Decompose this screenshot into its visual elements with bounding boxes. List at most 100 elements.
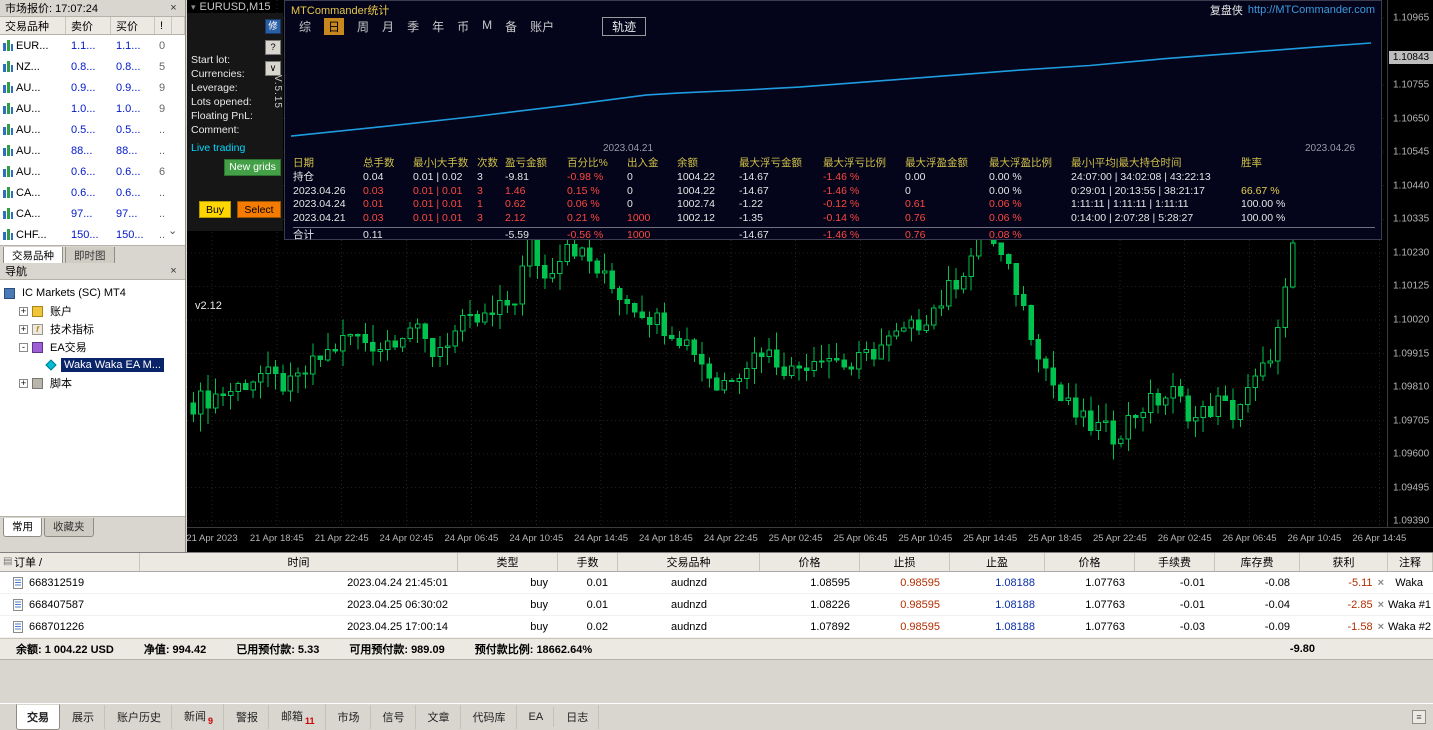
terminal-tab[interactable]: 新闻 9 <box>174 704 225 730</box>
market-watch-row[interactable]: CHF... 150... 150... .. <box>0 224 185 245</box>
expand-icon[interactable]: + <box>19 306 28 316</box>
terminal-tab[interactable]: 展示 <box>62 705 105 729</box>
close-order-icon[interactable]: × <box>1378 599 1384 611</box>
expand-icon[interactable]: + <box>19 324 28 334</box>
price-scale[interactable]: 1.10965 1.10755 1.10650 1.10545 1.10440 1.103… <box>1387 0 1433 527</box>
commander-menu-item[interactable]: 月 <box>382 18 394 35</box>
market-watch-row[interactable]: AU... 1.0... 1.0... 9 <box>0 98 185 119</box>
indicator-icon: f <box>32 323 43 335</box>
order-swap: -0.04 <box>1264 598 1290 611</box>
stats-cell: 胜率 <box>1241 157 1262 169</box>
new-grids-button[interactable]: New grids <box>224 159 281 176</box>
terminal-tab[interactable]: 信号 <box>373 705 416 729</box>
commander-menu-item[interactable]: 账户 <box>530 18 554 35</box>
chart-menu-icon[interactable]: ▾ <box>191 2 196 13</box>
eaitem-icon <box>45 359 57 371</box>
terminal-tab[interactable]: 交易 <box>16 704 60 730</box>
terminal-tab[interactable]: 账户历史 <box>107 705 172 729</box>
terminal-tab[interactable]: 警报 <box>226 705 270 729</box>
expand-icon[interactable]: + <box>19 378 28 388</box>
ask-value: 0.9... <box>116 81 141 94</box>
orders-column-header[interactable]: 手数 <box>558 553 618 571</box>
symbol-cell: AU... <box>0 145 66 157</box>
close-icon[interactable]: × <box>167 265 180 277</box>
tree-item[interactable]: + 账户 <box>0 302 185 320</box>
scroll-down-icon[interactable]: ⌄ <box>168 226 177 237</box>
order-open-price: 1.08595 <box>810 576 850 589</box>
order-time: 2023.04.24 21:45:01 <box>347 576 448 589</box>
time-axis[interactable]: 21 Apr 2023 21 Apr 18:45 21 Apr 22:45 24 Ap… <box>186 527 1433 552</box>
price-tick: 1.09600 <box>1393 448 1430 460</box>
market-watch-row[interactable]: AU... 88... 88... .. <box>0 140 185 161</box>
chart-area[interactable]: ▾ EURUSD,M15 v2.12 1.10965 1.10755 1.10650… <box>186 0 1433 552</box>
commander-menu-item[interactable]: 季 <box>407 18 419 35</box>
orders-column-header[interactable]: 价格 <box>1045 553 1135 571</box>
help-button[interactable]: ? <box>265 40 281 55</box>
orders-column-header[interactable]: 手续费 <box>1135 553 1215 571</box>
stats-cell: 100.00 % <box>1241 198 1286 211</box>
terminal-tab[interactable]: 日志 <box>556 705 600 729</box>
orders-column-header[interactable]: 库存费 <box>1215 553 1300 571</box>
order-row[interactable]: 668701226 2023.04.25 17:00:14 buy 0.02 a… <box>0 616 1433 638</box>
close-order-icon[interactable]: × <box>1378 577 1384 589</box>
commander-menu-item[interactable]: M <box>482 18 492 35</box>
market-watch-column-header[interactable]: ! <box>155 17 172 34</box>
order-id: 668701226 <box>0 620 140 633</box>
navigator-caption: 导航 × <box>0 263 185 279</box>
collapse-button[interactable]: ∨ <box>265 61 281 76</box>
orders-column-header[interactable]: 获利 <box>1300 553 1388 571</box>
orders-column-header[interactable]: 止盈 <box>950 553 1045 571</box>
tree-item[interactable]: + 脚本 <box>0 374 185 392</box>
market-watch-row[interactable]: AU... 0.5... 0.5... .. <box>0 119 185 140</box>
commander-menu-item[interactable]: 年 <box>432 18 444 35</box>
tree-item[interactable]: Waka Waka EA M... <box>0 356 185 374</box>
market-watch-row[interactable]: CA... 97... 97... .. <box>0 203 185 224</box>
market-watch-column-header[interactable]: 交易品种 <box>0 17 66 34</box>
market-watch-row[interactable]: AU... 0.9... 0.9... 9 <box>0 77 185 98</box>
select-button[interactable]: Select <box>237 201 281 218</box>
terminal-tab[interactable]: 文章 <box>418 705 461 729</box>
tab-favorites[interactable]: 收藏夹 <box>44 518 94 537</box>
buy-button[interactable]: Buy <box>199 201 231 218</box>
close-icon[interactable]: × <box>167 2 180 14</box>
orders-column-header[interactable]: 价格 <box>760 553 860 571</box>
symbol-name: AU... <box>16 81 41 94</box>
market-watch-row[interactable]: NZ... 0.8... 0.8... 5 <box>0 56 185 77</box>
order-symbol: audnzd <box>670 620 708 633</box>
order-row[interactable]: 668407587 2023.04.25 06:30:02 buy 0.01 a… <box>0 594 1433 616</box>
orders-column-header[interactable]: 订单 / <box>0 553 140 571</box>
orders-column-header[interactable]: 注释 <box>1388 553 1433 571</box>
tree-item[interactable]: - EA交易 <box>0 338 185 356</box>
commander-menu-item[interactable]: 日 <box>324 17 345 35</box>
commander-menu-item[interactable]: 币 <box>457 18 469 35</box>
commander-menu-item[interactable]: 周 <box>357 18 369 35</box>
order-row[interactable]: 668312519 2023.04.24 21:45:01 buy 0.01 a… <box>0 572 1433 594</box>
edit-button[interactable]: 修 <box>265 19 281 34</box>
track-button[interactable]: 轨迹 <box>602 16 647 36</box>
price-tick: 1.10230 <box>1393 247 1430 259</box>
terminal-tab[interactable]: EA <box>519 707 555 727</box>
orders-column-header[interactable]: 止损 <box>860 553 950 571</box>
tree-item[interactable]: IC Markets (SC) MT4 <box>0 284 185 302</box>
terminal-tab[interactable]: 邮箱 11 <box>271 704 326 730</box>
stats-cell: -1.46 % <box>823 228 860 241</box>
market-watch-column-header[interactable]: 卖价 <box>66 17 111 34</box>
orders-column-header[interactable]: 交易品种 <box>618 553 760 571</box>
market-watch-row[interactable]: EUR... 1.1... 1.1... 0 <box>0 35 185 56</box>
orders-column-header[interactable]: 类型 <box>458 553 558 571</box>
terminal-tab[interactable]: 代码库 <box>463 705 517 729</box>
brand-url-link[interactable]: http://MTCommander.com <box>1248 4 1375 16</box>
commander-menu-item[interactable]: 备 <box>505 18 517 35</box>
market-watch-column-header[interactable]: 买价 <box>111 17 155 34</box>
orders-column-header[interactable]: 时间 <box>140 553 458 571</box>
collapse-icon[interactable]: - <box>19 342 28 352</box>
market-watch-row[interactable]: AU... 0.6... 0.6... 6 <box>0 161 185 182</box>
panel-list-icon[interactable]: ≡ <box>1412 710 1426 724</box>
terminal-tab[interactable]: 市场 <box>328 705 371 729</box>
commander-menu-item[interactable]: 综 <box>299 18 311 35</box>
tab-common[interactable]: 常用 <box>3 518 42 537</box>
tree-item[interactable]: + f 技术指标 <box>0 320 185 338</box>
symbol-cell: CA... <box>0 208 66 220</box>
close-order-icon[interactable]: × <box>1378 621 1384 633</box>
market-watch-row[interactable]: CA... 0.6... 0.6... .. <box>0 182 185 203</box>
